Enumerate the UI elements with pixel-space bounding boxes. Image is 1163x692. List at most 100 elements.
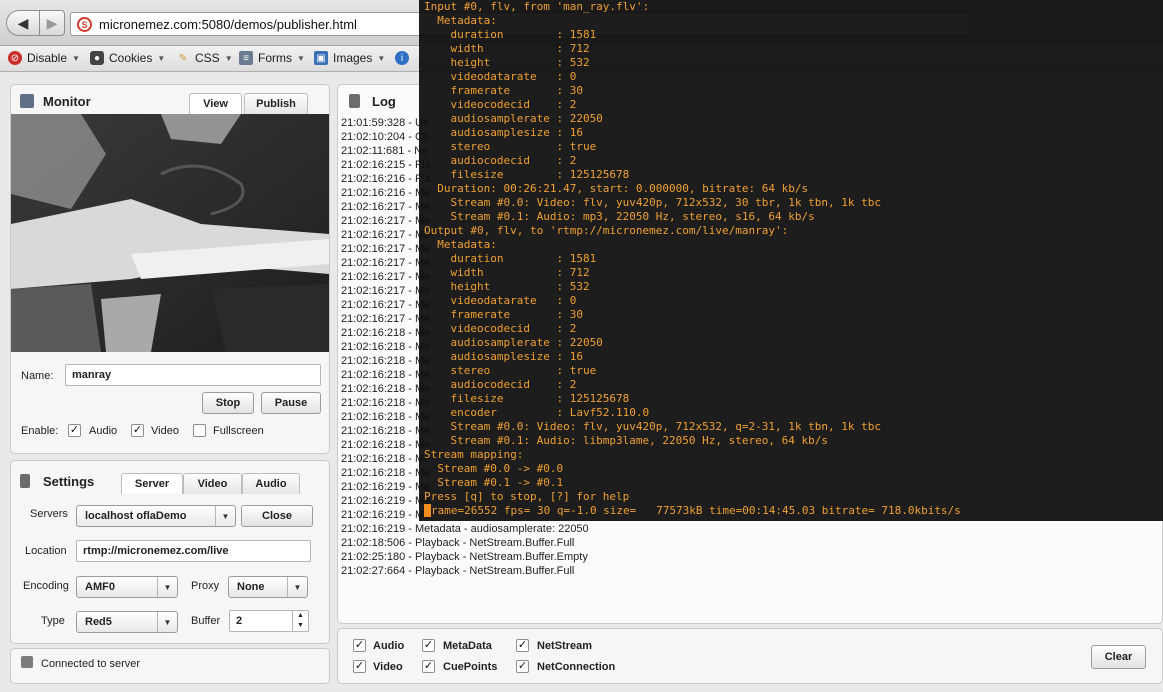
terminal-window[interactable]: Input #0, flv, from 'man_ray.flv': Metad…: [419, 0, 1163, 521]
tab-publish[interactable]: Publish: [244, 93, 308, 114]
encoding-value: AMF0: [85, 581, 115, 593]
location-input[interactable]: rtmp://micronemez.com/live: [76, 540, 311, 562]
terminal-line: Duration: 00:26:21.47, start: 0.000000, …: [424, 182, 809, 195]
type-select[interactable]: Red5 ▼: [76, 611, 178, 633]
tab-server[interactable]: Server: [121, 473, 183, 494]
terminal-line: stereo : true: [424, 364, 597, 377]
filter-metadata-checkbox[interactable]: ✓: [422, 639, 435, 652]
log-line: 21:02:16:219 - Metadata - audiosamplerat…: [341, 523, 589, 535]
clear-button[interactable]: Clear: [1091, 645, 1146, 669]
settings-icon: [20, 474, 30, 488]
chevron-down-icon: ▼: [297, 53, 305, 63]
terminal-line: encoder : Lavf52.110.0: [424, 406, 650, 419]
video-display: [11, 114, 329, 352]
terminal-line: videodatarate : 0: [424, 70, 577, 83]
terminal-line: Output #0, flv, to 'rtmp://micronemez.co…: [424, 224, 789, 237]
location-label: Location: [25, 545, 67, 557]
filter-video-checkbox[interactable]: ✓: [353, 660, 366, 673]
chevron-down-icon: ▼: [157, 53, 166, 63]
filter-video-label: Video: [373, 661, 403, 673]
log-filter-bar: [337, 628, 1163, 684]
log-title: Log: [372, 94, 396, 109]
forms-label: Forms: [258, 51, 292, 65]
back-button[interactable]: ◀: [6, 10, 40, 36]
audio-checkbox-label: Audio: [89, 425, 118, 437]
filter-netstream-checkbox[interactable]: ✓: [516, 639, 529, 652]
cookies-label: Cookies: [109, 51, 153, 65]
terminal-line: Stream #0.1: Audio: libmp3lame, 22050 Hz…: [424, 434, 828, 447]
disable-menu[interactable]: ⊘ Disable ▼: [8, 51, 80, 65]
connection-icon: [21, 656, 33, 668]
left-arrow-icon: ◀: [17, 14, 29, 31]
chevron-down-icon: ▼: [377, 53, 386, 63]
stepper-arrows-icon[interactable]: ▲ ▼: [292, 611, 308, 631]
monitor-icon: [20, 94, 34, 108]
terminal-progress-line: rame=26552 fps= 30 q=-1.0 size= 77573kB …: [424, 504, 1163, 518]
chevron-down-icon: ▼: [157, 577, 177, 597]
disable-icon: ⊘: [8, 51, 22, 65]
pause-button[interactable]: Pause: [261, 392, 321, 414]
tab-audio[interactable]: Audio: [242, 473, 300, 494]
chevron-down-icon: ▼: [72, 53, 80, 63]
terminal-line: audiosamplesize : 16: [424, 126, 583, 139]
terminal-line: framerate : 30: [424, 308, 583, 321]
servers-select[interactable]: localhost oflaDemo ▼: [76, 505, 236, 527]
filter-audio-checkbox[interactable]: ✓: [353, 639, 366, 652]
terminal-line: audiosamplerate : 22050: [424, 112, 603, 125]
fullscreen-checkbox[interactable]: [193, 424, 206, 437]
terminal-line: duration : 1581: [424, 28, 597, 41]
css-wand-icon: ✎: [178, 52, 188, 64]
filter-cuepoints-checkbox[interactable]: ✓: [422, 660, 435, 673]
servers-label: Servers: [30, 508, 68, 520]
servers-value: localhost oflaDemo: [85, 510, 187, 522]
filter-netstream-label: NetStream: [537, 640, 593, 652]
buffer-stepper[interactable]: 2 ▲ ▼: [229, 610, 309, 632]
information-menu[interactable]: i: [395, 51, 409, 65]
tab-video[interactable]: Video: [183, 473, 242, 494]
forward-button[interactable]: ▶: [39, 10, 65, 36]
cookies-menu[interactable]: ● Cookies ▼: [90, 51, 165, 65]
css-label: CSS: [195, 51, 220, 65]
terminal-line: audiocodecid : 2: [424, 154, 577, 167]
terminal-line: audiocodecid : 2: [424, 378, 577, 391]
settings-title: Settings: [43, 474, 95, 489]
buffer-label: Buffer: [191, 615, 221, 627]
log-line: 21:02:27:664 - Playback - NetStream.Buff…: [341, 565, 575, 577]
proxy-select[interactable]: None ▼: [228, 576, 308, 598]
terminal-line: Stream #0.0 -> #0.0: [424, 462, 564, 475]
encoding-select[interactable]: AMF0 ▼: [76, 576, 178, 598]
forms-menu[interactable]: ≡ Forms ▼: [239, 51, 305, 65]
fullscreen-checkbox-label: Fullscreen: [213, 425, 264, 437]
css-menu[interactable]: ✎ CSS ▼: [176, 51, 233, 65]
terminal-line: width : 712: [424, 266, 590, 279]
terminal-line: Stream #0.0: Video: flv, yuv420p, 712x53…: [424, 420, 881, 433]
terminal-line: width : 712: [424, 42, 590, 55]
right-arrow-icon: ▶: [46, 14, 58, 31]
chevron-down-icon: ▼: [215, 506, 235, 526]
terminal-line: stereo : true: [424, 140, 597, 153]
name-input[interactable]: manray: [65, 364, 321, 386]
close-button[interactable]: Close: [241, 505, 313, 527]
chevron-down-icon: ▼: [224, 53, 233, 63]
filter-netconnection-label: NetConnection: [537, 661, 616, 673]
filter-netconnection-checkbox[interactable]: ✓: [516, 660, 529, 673]
proxy-value: None: [237, 581, 265, 593]
terminal-line: Metadata:: [424, 238, 497, 251]
address-text: micronemez.com:5080/demos/publisher.html: [99, 17, 357, 32]
terminal-line: videodatarate : 0: [424, 294, 577, 307]
terminal-line: filesize : 125125678: [424, 392, 630, 405]
tab-view[interactable]: View: [189, 93, 242, 114]
audio-checkbox[interactable]: ✓: [68, 424, 81, 437]
terminal-line: Press [q] to stop, [?] for help: [424, 490, 630, 503]
stop-button[interactable]: Stop: [202, 392, 254, 414]
proxy-label: Proxy: [191, 580, 220, 592]
log-line: 21:02:18:506 - Playback - NetStream.Buff…: [341, 537, 575, 549]
video-checkbox[interactable]: ✓: [131, 424, 144, 437]
log-icon: [349, 94, 360, 108]
images-menu[interactable]: ▣ Images ▼: [314, 51, 385, 65]
terminal-line: Input #0, flv, from 'man_ray.flv':: [424, 0, 650, 13]
video-frame-image: [11, 114, 329, 352]
terminal-line: videocodecid : 2: [424, 98, 577, 111]
terminal-line: audiosamplesize : 16: [424, 350, 583, 363]
terminal-line: Stream mapping:: [424, 448, 524, 461]
